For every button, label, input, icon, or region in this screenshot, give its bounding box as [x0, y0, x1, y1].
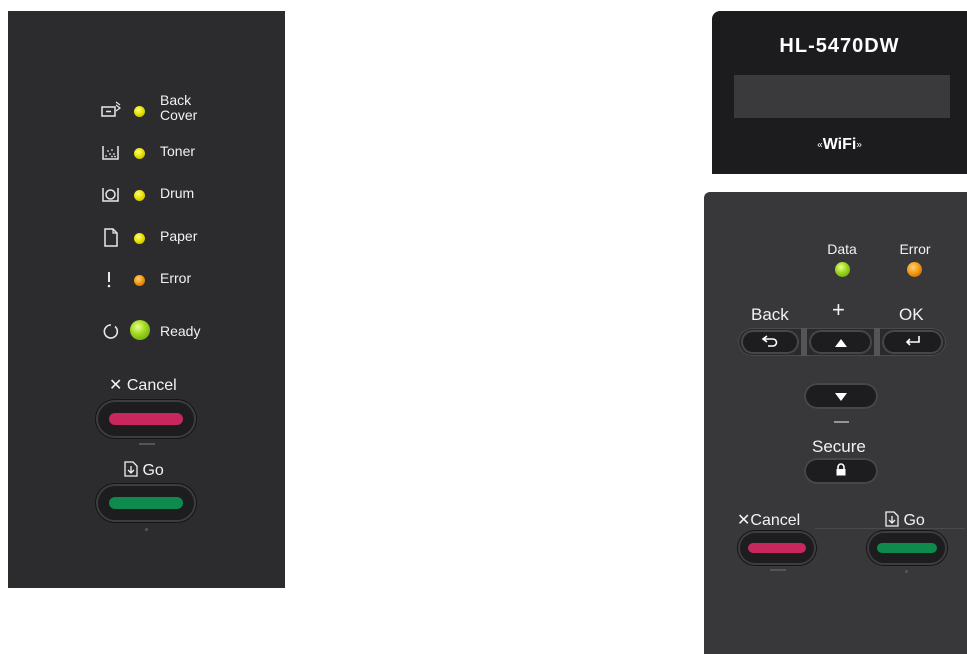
- toner-led: [134, 148, 145, 159]
- cancel-button-bar: [109, 413, 183, 425]
- status-drum: Drum: [8, 183, 285, 207]
- back-button[interactable]: [741, 330, 799, 354]
- ok-button[interactable]: [882, 330, 943, 354]
- wifi-logo: «WiFi»: [817, 136, 862, 153]
- secure-button[interactable]: [804, 458, 878, 484]
- error-label: Error: [160, 270, 192, 286]
- status-ready: Ready: [8, 319, 285, 343]
- error-led: [134, 275, 145, 286]
- power-icon: [101, 322, 123, 342]
- control-panel: Data Error Back + OK — Secure ✕Cancel Go: [704, 192, 967, 654]
- lcd-screen: [734, 75, 950, 118]
- status-back-cover: Back Cover: [8, 93, 285, 123]
- data-label: Data: [827, 241, 857, 257]
- down-button[interactable]: [804, 383, 878, 409]
- cancel-button[interactable]: [738, 531, 816, 565]
- cancel-caption: ✕ Cancel: [109, 377, 177, 394]
- separator: [139, 443, 155, 445]
- ok-label: OK: [899, 305, 924, 324]
- error-led: [907, 262, 922, 277]
- cancel-button-bar: [748, 543, 806, 553]
- document-down-icon: [124, 461, 138, 480]
- indicator-dot: [905, 570, 908, 573]
- drum-icon: [101, 185, 123, 205]
- close-icon: ✕: [109, 377, 123, 394]
- separator: [770, 569, 786, 571]
- exclamation-icon: [101, 270, 123, 290]
- paper-label: Paper: [160, 228, 198, 244]
- ready-label: Ready: [160, 323, 201, 339]
- cancel-button[interactable]: [96, 400, 196, 438]
- wifi-wave-right-icon: »: [856, 139, 862, 151]
- cancel-caption: ✕Cancel: [737, 512, 801, 529]
- status-paper: Paper: [8, 226, 285, 250]
- back-arrow-icon: [761, 334, 779, 350]
- printer-panel-led: Back Cover Toner Drum Paper Error Ready …: [8, 11, 285, 588]
- go-button-bar: [109, 497, 183, 509]
- minus-label: —: [834, 413, 849, 430]
- close-icon: ✕: [737, 512, 751, 529]
- triangle-down-icon: [835, 389, 847, 404]
- go-button[interactable]: [96, 484, 196, 522]
- lock-icon: [836, 463, 846, 479]
- back-cover-led: [134, 106, 145, 117]
- data-led: [835, 262, 850, 277]
- triangle-up-icon: [834, 335, 847, 350]
- rail-separator: [801, 328, 807, 356]
- rail-separator: [874, 328, 880, 356]
- model-name: HL-5470DW: [779, 35, 900, 57]
- separator: [815, 528, 965, 529]
- drum-label: Drum: [160, 185, 195, 201]
- enter-icon: [904, 335, 922, 350]
- secure-label: Secure: [812, 437, 866, 456]
- back-cover-label: Back Cover: [160, 92, 198, 123]
- status-toner: Toner: [8, 141, 285, 165]
- toner-icon: [101, 143, 123, 163]
- go-caption: Go: [124, 461, 164, 480]
- indicator-dot: [145, 528, 148, 531]
- back-label: Back: [751, 305, 789, 324]
- drum-led: [134, 190, 145, 201]
- up-button[interactable]: [809, 330, 872, 354]
- paper-led: [134, 233, 145, 244]
- document-down-icon: [885, 511, 903, 529]
- error-label: Error: [899, 241, 931, 257]
- back-cover-icon: [101, 101, 123, 121]
- ready-led: [130, 320, 150, 340]
- go-button[interactable]: [867, 531, 947, 565]
- lcd-display-panel: HL-5470DW «WiFi»: [712, 11, 967, 174]
- plus-label: +: [832, 297, 845, 322]
- status-error: Error: [8, 268, 285, 292]
- paper-icon: [101, 228, 123, 248]
- toner-label: Toner: [160, 143, 196, 159]
- go-button-bar: [877, 543, 937, 553]
